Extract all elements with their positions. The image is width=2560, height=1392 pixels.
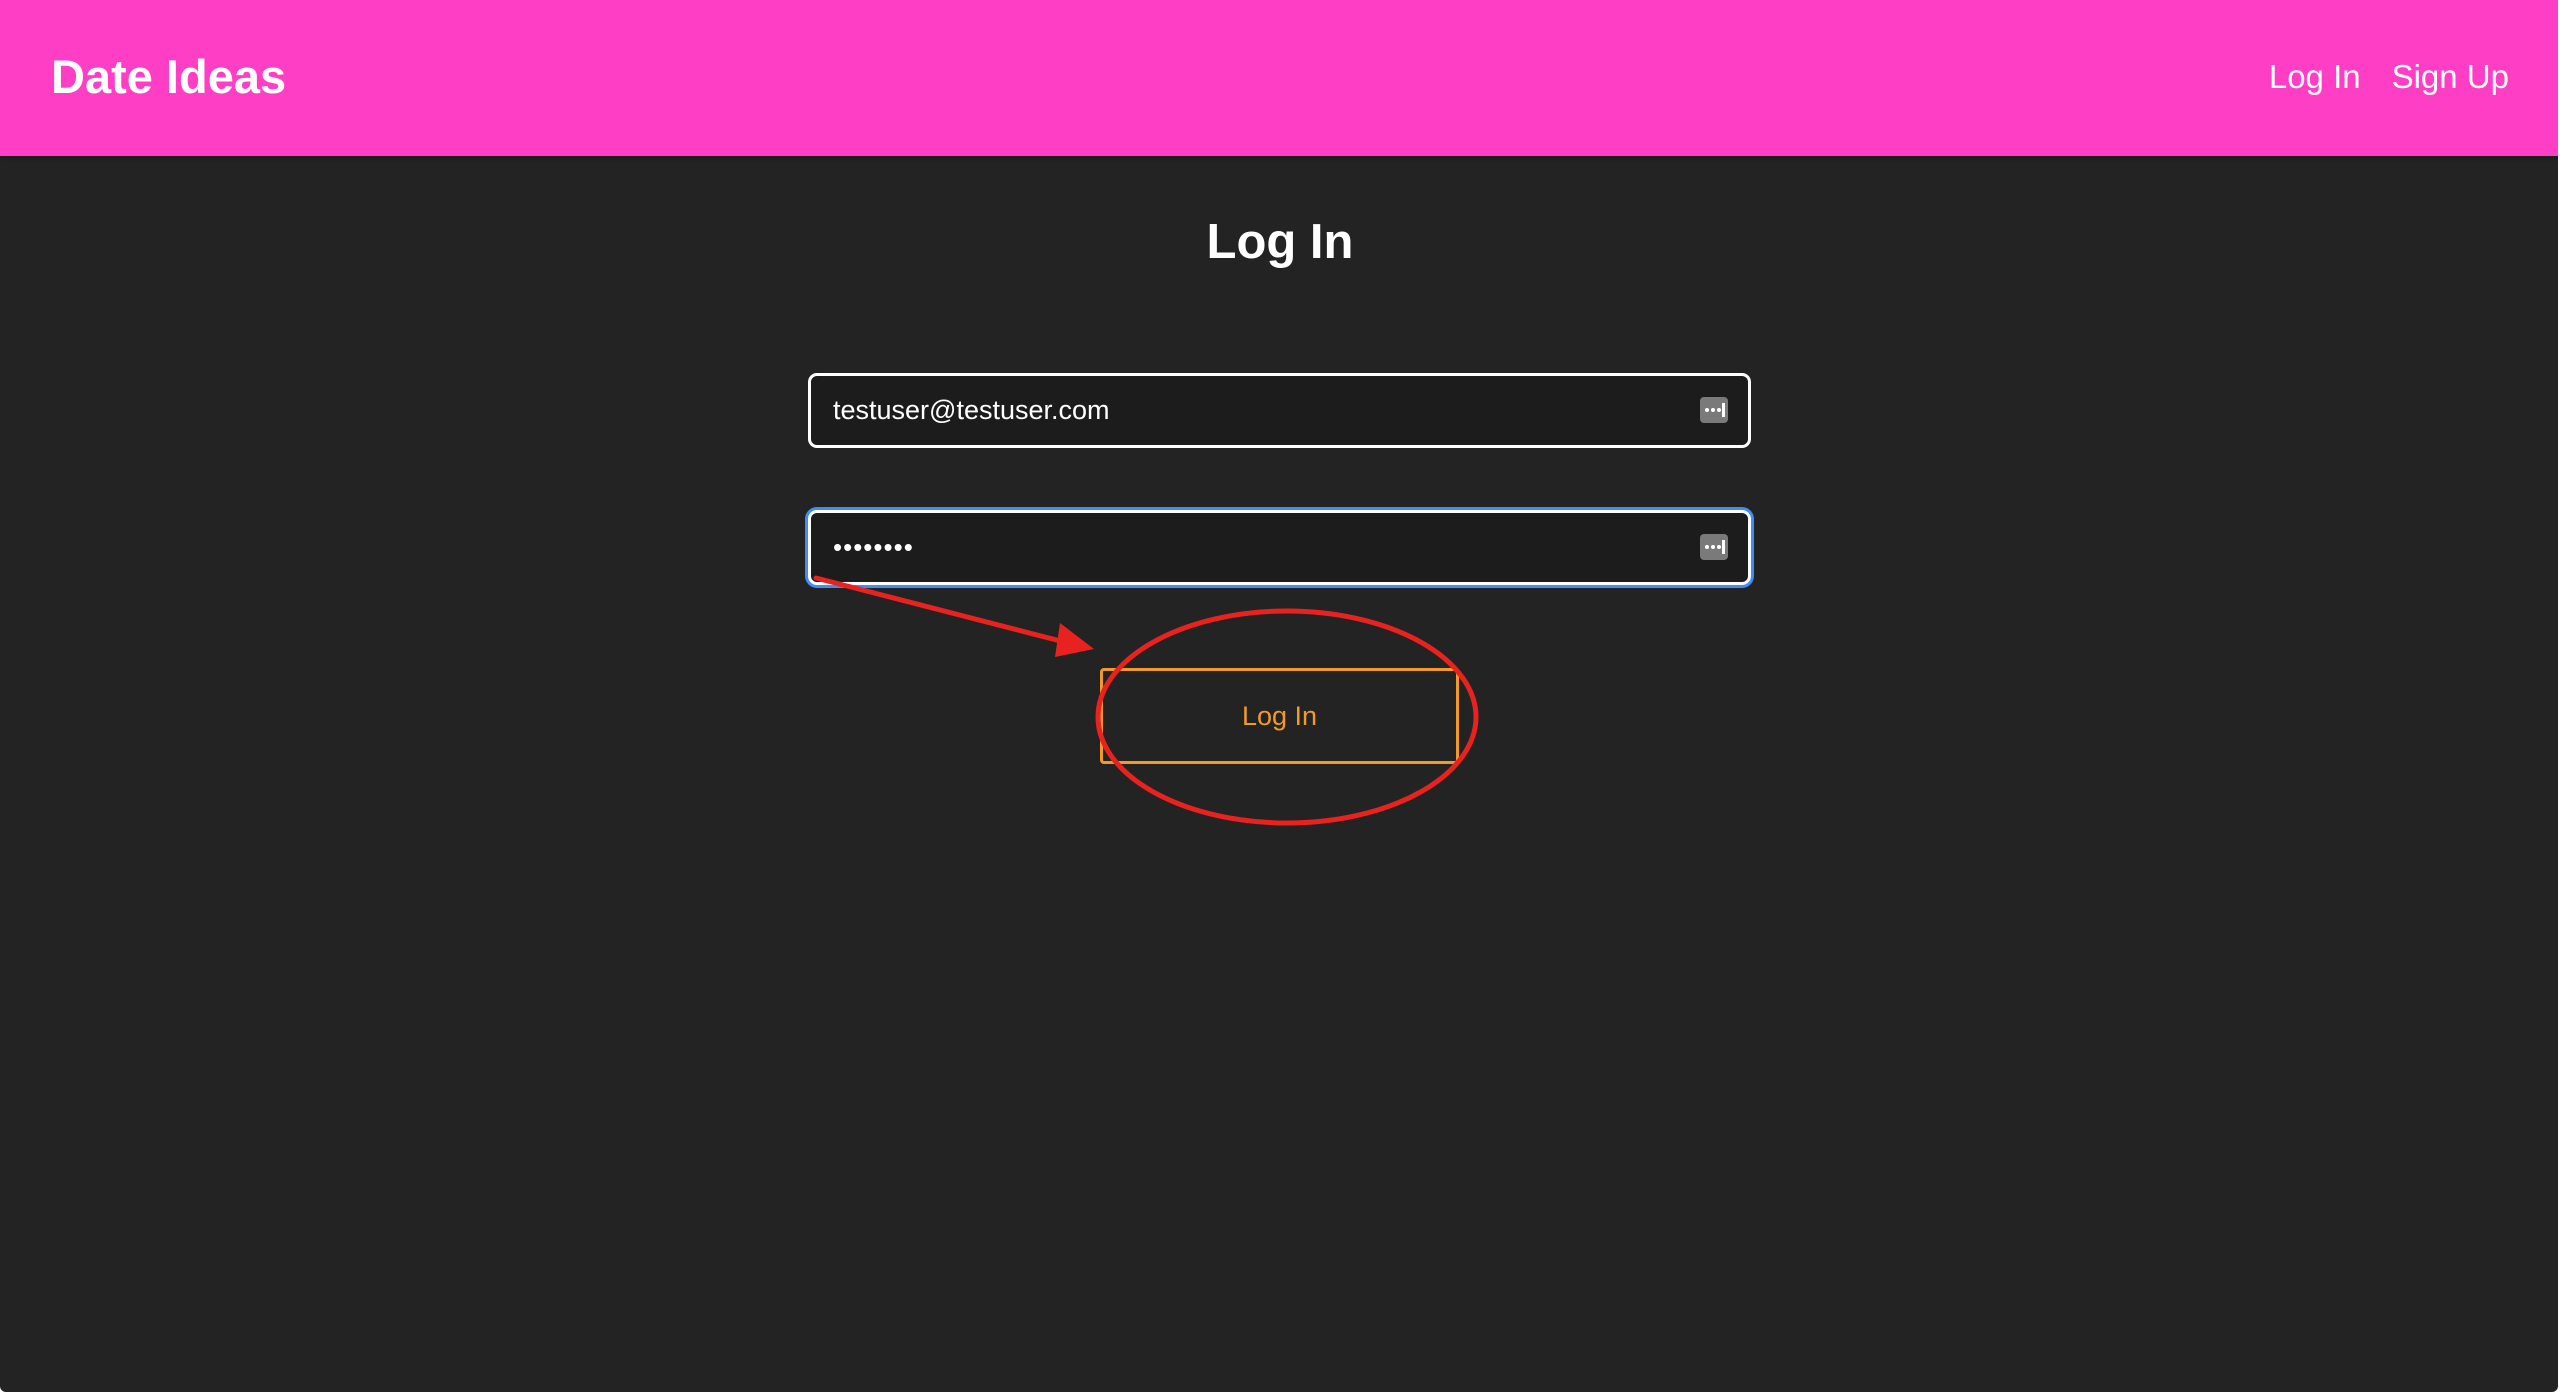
password-field-value: ••••••••: [833, 532, 914, 562]
annotation-arrow: [813, 575, 1075, 647]
password-field[interactable]: ••••••••: [808, 510, 1751, 585]
nav-signup-link[interactable]: Sign Up: [2392, 54, 2509, 100]
page-title: Log In: [1206, 215, 1354, 269]
email-field-value: testuser@testuser.com: [833, 395, 1110, 425]
nav-login-link[interactable]: Log In: [2269, 54, 2361, 100]
email-field[interactable]: testuser@testuser.com: [808, 373, 1751, 448]
annotation-arrowhead: [1055, 623, 1094, 657]
nav-links: Log In Sign Up: [2269, 54, 2509, 100]
autofill-key-icon[interactable]: [1700, 397, 1728, 423]
brand-link[interactable]: Date Ideas: [51, 48, 286, 106]
autofill-key-icon[interactable]: [1700, 534, 1728, 560]
top-navbar: Date Ideas Log In Sign Up: [0, 0, 2558, 156]
browser-viewport: Date Ideas Log In Sign Up Log In testuse…: [0, 0, 2558, 1392]
login-submit-button[interactable]: Log In: [1100, 668, 1459, 764]
